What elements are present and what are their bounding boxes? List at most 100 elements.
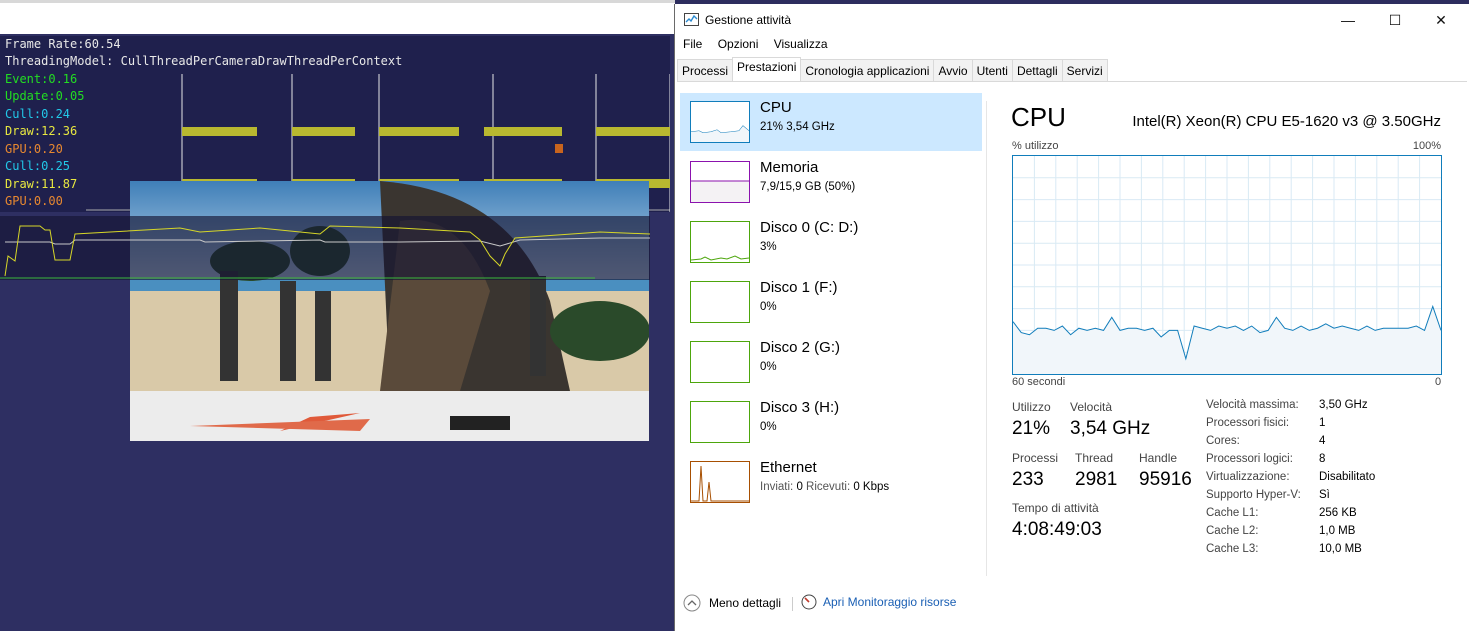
close-icon: ✕ (1435, 11, 1447, 28)
tab-dettagli[interactable]: Dettagli (1011, 59, 1063, 81)
stat-event: Event:0.16 (5, 72, 78, 86)
resource-item-disco-3[interactable]: Disco 3 (H:) 0% (680, 393, 982, 451)
cpu-thumbnail-graph (690, 101, 750, 143)
disk1-thumbnail-graph (690, 281, 750, 323)
value-velocita: 3,54 GHz (1070, 418, 1151, 439)
stat-gpu-2: GPU:0.00 (5, 194, 63, 208)
minimize-icon: — (1341, 12, 1355, 28)
fewer-details-label: Meno dettagli (709, 596, 782, 610)
stat-gpu: GPU:0.20 (5, 142, 63, 156)
value-tempo-attivita: 4:08:49:03 (1012, 519, 1102, 540)
resource-name: Disco 2 (G:) (760, 339, 841, 356)
menu-opzioni[interactable]: Opzioni (718, 37, 759, 51)
resource-name: Disco 0 (C: D:) (760, 219, 859, 236)
value-utilizzo: 21% (1012, 418, 1051, 439)
minimize-button[interactable]: — (1325, 6, 1371, 34)
detail-value: 256 KB (1319, 507, 1357, 519)
value-handle: 95916 (1139, 469, 1192, 490)
window-title: Gestione attività (705, 13, 792, 27)
cpu-model: Intel(R) Xeon(R) CPU E5-1620 v3 @ 3.50GH… (1132, 113, 1441, 130)
menu-visualizza[interactable]: Visualizza (774, 37, 828, 51)
resource-sub: 0% (760, 361, 777, 373)
detail-value: Disabilitato (1319, 471, 1376, 483)
graph-x-left: 60 secondi (1012, 376, 1066, 388)
frame-time-lines (0, 225, 651, 279)
resource-item-disco-2[interactable]: Disco 2 (G:) 0% (680, 333, 982, 391)
memory-thumbnail-graph (690, 161, 750, 203)
value-processi: 233 (1012, 469, 1044, 490)
resource-sub: 0% (760, 301, 777, 313)
tab-servizi[interactable]: Servizi (1061, 59, 1108, 81)
graph-x-right: 0 (1435, 376, 1442, 388)
cpu-utilization-graph (1012, 155, 1442, 375)
resource-name: Memoria (760, 159, 819, 176)
label-processi: Processi (1012, 451, 1059, 465)
resource-name: Disco 3 (H:) (760, 399, 840, 416)
resource-item-disco-1[interactable]: Disco 1 (F:) 0% (680, 273, 982, 331)
task-manager-window: Gestione attività — ☐ ✕ File Opzioni Vis… (674, 4, 1469, 631)
detail-value: 10,0 MB (1319, 543, 1362, 555)
disk2-thumbnail-graph (690, 341, 750, 383)
detail-label: Supporto Hyper-V: (1206, 489, 1301, 501)
received-label: Ricevuti: (802, 481, 854, 493)
tab-bar: Processi Prestazioni Cronologia applicaz… (677, 57, 1467, 82)
detail-value: 3,50 GHz (1319, 399, 1368, 411)
maximize-icon: ☐ (1388, 11, 1402, 28)
stat-cull: Cull:0.24 (5, 107, 71, 121)
detail-label: Processori fisici: (1206, 417, 1290, 429)
label-utilizzo: Utilizzo (1012, 400, 1051, 414)
tab-cronologia-applicazioni[interactable]: Cronologia applicazioni (800, 59, 935, 81)
cpu-title: CPU (1011, 102, 1066, 132)
osg-window-titlebar (0, 0, 675, 34)
menu-file[interactable]: File (683, 37, 702, 51)
detail-label: Velocità massima: (1206, 399, 1299, 411)
resource-item-memoria[interactable]: Memoria 7,9/15,9 GB (50%) (680, 153, 982, 211)
received-value: 0 Kbps (853, 481, 890, 493)
label-tempo-attivita: Tempo di attività (1012, 501, 1099, 515)
pane-divider[interactable] (986, 101, 987, 576)
detail-label: Cache L1: (1206, 507, 1259, 519)
value-thread: 2981 (1075, 469, 1118, 490)
chevron-up-icon (683, 594, 701, 612)
sent-label: Inviati: (760, 481, 797, 493)
tab-avvio[interactable]: Avvio (933, 59, 973, 81)
graph-y-label: % utilizzo (1012, 140, 1059, 152)
tab-utenti[interactable]: Utenti (971, 59, 1013, 81)
frame-rate-text: Frame Rate:60.54 (5, 37, 121, 51)
resource-item-disco-0[interactable]: Disco 0 (C: D:) 3% (680, 213, 982, 271)
threading-model-text: ThreadingModel: CullThreadPerCameraDrawT… (5, 54, 403, 68)
resource-name: Ethernet (760, 459, 817, 476)
tab-processi[interactable]: Processi (677, 59, 734, 81)
detail-value: Sì (1319, 489, 1330, 501)
resource-sub: 0% (760, 421, 777, 433)
resource-name: Disco 1 (F:) (760, 279, 838, 296)
stat-cull-2: Cull:0.25 (5, 159, 71, 173)
label-handle: Handle (1139, 451, 1178, 465)
footer-separator (792, 597, 793, 611)
graph-y-max: 100% (1412, 140, 1441, 152)
resource-item-cpu[interactable]: CPU 21% 3,54 GHz (680, 93, 982, 151)
fewer-details-button[interactable]: Meno dettagli (683, 594, 781, 612)
resource-sub: 3% (760, 241, 777, 253)
close-button[interactable]: ✕ (1418, 6, 1464, 34)
detail-value: 4 (1319, 435, 1326, 447)
resource-item-ethernet[interactable]: Ethernet Inviati: 0 Ricevuti: 0 Kbps (680, 453, 982, 511)
resource-name: CPU (760, 99, 792, 116)
resource-sub: 21% 3,54 GHz (760, 121, 835, 133)
stat-update: Update:0.05 (5, 89, 85, 103)
disk3-thumbnail-graph (690, 401, 750, 443)
detail-label: Processori logici: (1206, 453, 1293, 465)
resource-monitor-label: Apri Monitoraggio risorse (823, 595, 957, 609)
detail-label: Virtualizzazione: (1206, 471, 1290, 483)
resource-sub: Inviati: 0 Ricevuti: 0 Kbps (760, 481, 889, 493)
detail-label: Cores: (1206, 435, 1240, 447)
frame-time-graph (0, 216, 651, 280)
detail-value: 1,0 MB (1319, 525, 1356, 537)
tab-prestazioni[interactable]: Prestazioni (732, 57, 802, 81)
detail-label: Cache L2: (1206, 525, 1259, 537)
footer: Meno dettagli Apri Monitoraggio risorse (675, 587, 1469, 627)
menu-bar: File Opzioni Visualizza (675, 37, 832, 57)
resource-monitor-link[interactable]: Apri Monitoraggio risorse (801, 594, 956, 610)
maximize-button[interactable]: ☐ (1372, 6, 1418, 34)
stat-draw-2: Draw:11.87 (5, 177, 78, 191)
